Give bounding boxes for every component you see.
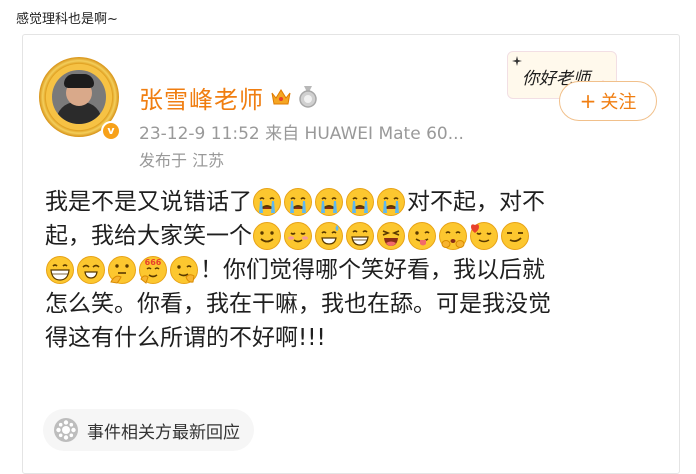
sweat-grin-emoji-icon bbox=[314, 221, 344, 251]
post-text: 怎么笑。你看，我在干嘛，我也在舔。可是我没觉 bbox=[45, 291, 551, 317]
post-meta: 23-12-9 11:52 来自 HUAWEI Mate 60... bbox=[139, 119, 464, 144]
avatar-photo bbox=[52, 70, 106, 124]
post-timestamp: 23-12-9 11:52 bbox=[139, 124, 260, 144]
post-text: ！你们觉得哪个笑好看，我以后就 bbox=[200, 257, 545, 283]
vip-badge-icon: v bbox=[101, 121, 121, 141]
laugh-emoji-icon bbox=[376, 221, 406, 251]
cover-mouth-emoji-icon bbox=[438, 221, 468, 251]
crown-icon bbox=[271, 89, 291, 105]
squint-emoji-icon bbox=[76, 255, 106, 285]
avatar[interactable]: v bbox=[39, 57, 121, 141]
heart-blush-emoji-icon bbox=[469, 221, 499, 251]
post-text: 得这有什么所谓的不好啊!!! bbox=[45, 325, 326, 351]
post-caption: 感觉理科也是啊~ bbox=[16, 12, 118, 27]
svg-text:666: 666 bbox=[145, 258, 162, 267]
cry-emoji-icon bbox=[283, 187, 313, 217]
grin-emoji-icon bbox=[345, 221, 375, 251]
event-response-link[interactable]: 事件相关方最新回应 bbox=[43, 409, 254, 451]
event-icon bbox=[54, 418, 78, 442]
follow-label: 关注 bbox=[600, 92, 637, 113]
post-text-line: 怎么笑。你看，我在干嘛，我也在舔。可是我没觉 bbox=[45, 287, 665, 321]
big-grin-emoji-icon bbox=[45, 255, 75, 285]
post-text: 我是不是又说错话了 bbox=[45, 189, 252, 215]
post-body: 我是不是又说错话了 对不起，对不起，我给大家笑一个 666 ！你们觉得哪个笑好看，我以… bbox=[45, 185, 665, 355]
smirk-emoji-icon bbox=[500, 221, 530, 251]
post-text-line: 起，我给大家笑一个 bbox=[45, 219, 665, 253]
cry-emoji-icon bbox=[252, 187, 282, 217]
post-text-line: 我是不是又说错话了 对不起，对不 bbox=[45, 185, 665, 219]
cry-emoji-icon bbox=[345, 187, 375, 217]
smile-emoji-icon bbox=[252, 221, 282, 251]
post-text: 对不起，对不 bbox=[407, 189, 545, 215]
shy-emoji-icon bbox=[283, 221, 313, 251]
cry-emoji-icon bbox=[314, 187, 344, 217]
wink-emoji-icon bbox=[169, 255, 199, 285]
post-text: 起，我给大家笑一个 bbox=[45, 223, 252, 249]
cry-emoji-icon bbox=[376, 187, 406, 217]
think-emoji-icon bbox=[107, 255, 137, 285]
follow-button[interactable]: + 关注 bbox=[559, 81, 657, 121]
post-location: 发布于 江苏 bbox=[139, 151, 225, 170]
weibo-post-card: v 张雪峰老师 23-12-9 11:52 来自 HUAWEI Mate 60.… bbox=[22, 34, 680, 474]
sparkle-icon bbox=[512, 56, 522, 66]
author-name[interactable]: 张雪峰老师 bbox=[139, 80, 264, 115]
author-row: 张雪峰老师 bbox=[139, 80, 318, 115]
666-emoji-icon: 666 bbox=[138, 255, 168, 285]
post-text-line: 得这有什么所谓的不好啊!!! bbox=[45, 321, 665, 355]
post-source: 来自 HUAWEI Mate 60... bbox=[265, 124, 464, 144]
post-text-line: 666 ！你们觉得哪个笑好看，我以后就 bbox=[45, 253, 665, 287]
medal-icon bbox=[299, 86, 317, 108]
plus-icon: + bbox=[579, 89, 597, 113]
event-response-label: 事件相关方最新回应 bbox=[87, 422, 240, 443]
tongue-emoji-icon bbox=[407, 221, 437, 251]
